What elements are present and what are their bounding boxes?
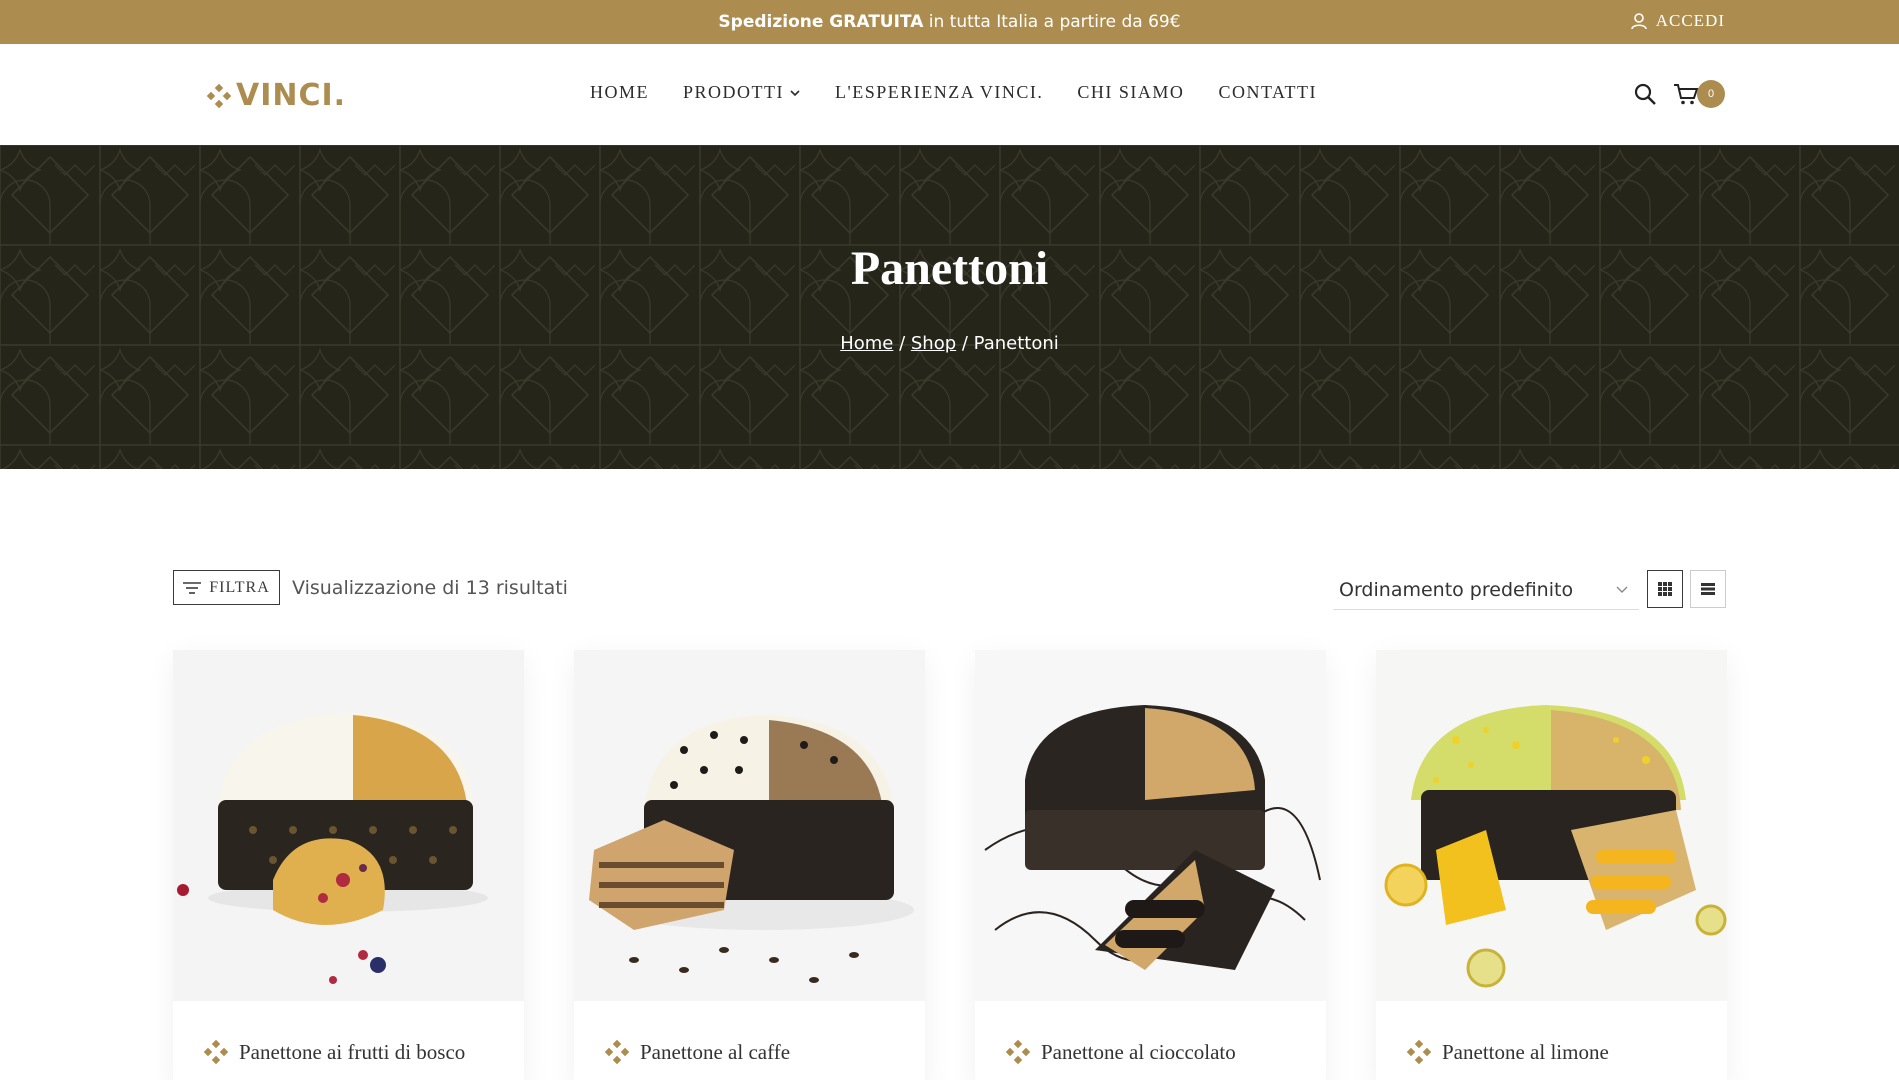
- filter-label: FILTRA: [209, 578, 270, 596]
- chevron-down-icon: [1616, 586, 1628, 593]
- cart-count-badge: 0: [1697, 80, 1725, 108]
- nav-contatti-label: CONTATTI: [1218, 82, 1317, 102]
- breadcrumb-current: Panettoni: [973, 333, 1059, 354]
- sort-select[interactable]: Ordinamento predefinito: [1333, 570, 1639, 610]
- product-image-caffe[interactable]: [574, 650, 925, 1001]
- panettone-image: [574, 650, 925, 1001]
- panettone-image: [975, 650, 1326, 1001]
- product-card[interactable]: Panettone ai frutti di bosco: [173, 650, 524, 1080]
- logo-text: VINCI.: [236, 78, 347, 113]
- product-name[interactable]: Panettone ai frutti di bosco: [239, 1040, 465, 1065]
- cart-icon: [1674, 84, 1699, 105]
- shop-toolbar: FILTRA Visualizzazione di 13 risultati O…: [173, 570, 1726, 610]
- nav-esperienza[interactable]: L'ESPERIENZA VINCI.: [835, 82, 1043, 103]
- logo-diamond-icon: [206, 83, 232, 108]
- search-icon[interactable]: [1633, 82, 1657, 106]
- product-card[interactable]: Panettone al limone: [1376, 650, 1727, 1080]
- product-name[interactable]: Panettone al limone: [1442, 1040, 1609, 1065]
- product-info: Panettone al caffe: [574, 1001, 925, 1080]
- nav-chi-siamo[interactable]: CHI SIAMO: [1077, 82, 1184, 103]
- logo[interactable]: VINCI.: [206, 78, 346, 113]
- results-count: Visualizzazione di 13 risultati: [292, 577, 568, 599]
- login-link[interactable]: ACCEDI: [1630, 11, 1725, 31]
- product-name[interactable]: Panettone al caffe: [640, 1040, 790, 1065]
- breadcrumb-shop[interactable]: Shop: [911, 333, 956, 354]
- product-image-limone[interactable]: [1376, 650, 1727, 1001]
- breadcrumb-separator: /: [893, 333, 911, 354]
- nav-prodotti[interactable]: PRODOTTI: [683, 82, 801, 103]
- product-name[interactable]: Panettone al cioccolato: [1041, 1040, 1236, 1065]
- user-icon: [1630, 13, 1647, 30]
- product-image-frutti-di-bosco[interactable]: [173, 650, 524, 1001]
- product-card[interactable]: Panettone al caffe: [574, 650, 925, 1080]
- list-view-button[interactable]: [1690, 570, 1726, 608]
- decorative-pattern: [0, 145, 1899, 469]
- page-hero: Panettoni Home / Shop / Panettoni: [0, 145, 1899, 469]
- product-image-cioccolato[interactable]: [975, 650, 1326, 1001]
- diamond-icon: [203, 1039, 229, 1065]
- product-info: Panettone al cioccolato: [975, 1001, 1326, 1080]
- panettone-image: [1376, 650, 1727, 1001]
- nav-home-label: HOME: [590, 82, 649, 102]
- panettone-image: [173, 650, 524, 1001]
- breadcrumb-separator: /: [956, 333, 974, 354]
- site-header: VINCI. HOME PRODOTTI L'ESPERIENZA VINCI.…: [0, 44, 1899, 145]
- promo-bold: Spedizione GRATUITA: [718, 12, 924, 32]
- product-info: Panettone al limone: [1376, 1001, 1727, 1080]
- nav-contatti[interactable]: CONTATTI: [1218, 82, 1317, 103]
- promo-rest: in tutta Italia a partire da 69€: [923, 12, 1181, 32]
- page-title: Panettoni: [850, 242, 1049, 295]
- login-label: ACCEDI: [1655, 11, 1725, 30]
- header-actions: 0: [1633, 80, 1725, 108]
- grid-view-button[interactable]: [1647, 570, 1683, 608]
- nav-chi-siamo-label: CHI SIAMO: [1077, 82, 1185, 102]
- diamond-icon: [604, 1039, 630, 1065]
- product-info: Panettone ai frutti di bosco: [173, 1001, 524, 1080]
- cart-button[interactable]: 0: [1673, 80, 1725, 108]
- promo-text: Spedizione GRATUITA in tutta Italia a pa…: [0, 12, 1899, 32]
- list-icon: [1701, 583, 1715, 595]
- sort-selected: Ordinamento predefinito: [1339, 578, 1574, 601]
- diamond-icon: [1005, 1039, 1031, 1065]
- product-card[interactable]: Panettone al cioccolato: [975, 650, 1326, 1080]
- promo-bar: Spedizione GRATUITA in tutta Italia a pa…: [0, 0, 1899, 44]
- diamond-icon: [1406, 1039, 1432, 1065]
- main-nav: HOME PRODOTTI L'ESPERIENZA VINCI. CHI SI…: [590, 82, 1317, 103]
- filter-button[interactable]: FILTRA: [173, 570, 280, 605]
- breadcrumb: Home / Shop / Panettoni: [0, 333, 1899, 354]
- nav-esperienza-label: L'ESPERIENZA VINCI.: [835, 82, 1044, 102]
- grid-icon: [1658, 582, 1672, 596]
- chevron-down-icon: [790, 89, 800, 96]
- product-grid: Panettone ai frutti di bosco Panettone a…: [173, 650, 1727, 1080]
- nav-home[interactable]: HOME: [590, 82, 649, 103]
- nav-prodotti-label: PRODOTTI: [683, 82, 784, 102]
- filter-icon: [183, 581, 202, 594]
- breadcrumb-home[interactable]: Home: [840, 333, 893, 354]
